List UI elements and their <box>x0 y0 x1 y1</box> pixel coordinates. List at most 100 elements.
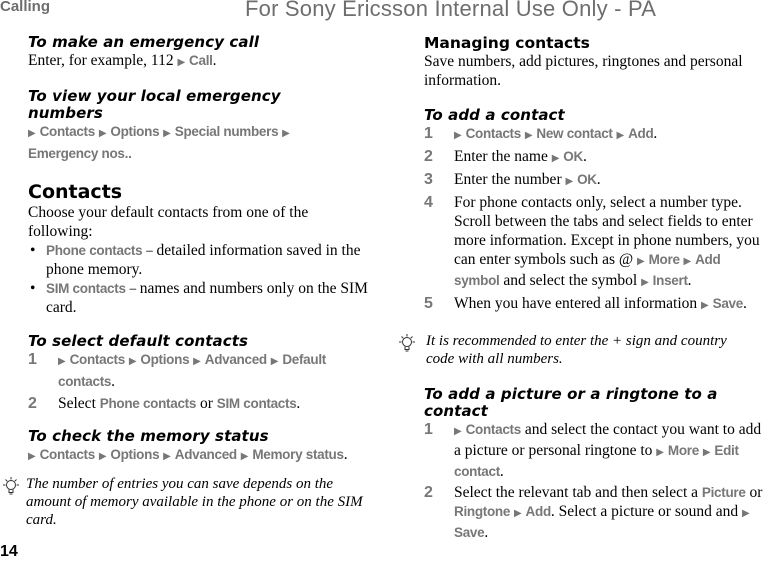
menu-item: Options <box>140 352 190 367</box>
arrow-icon: ▶ <box>28 128 36 139</box>
menu-item: Ringtone <box>454 504 511 519</box>
menu-item: Add <box>628 126 654 141</box>
text: . <box>687 272 692 289</box>
select-default-block: To select default contacts 1 ▶ Contacts ▶… <box>28 333 378 415</box>
arrow-icon: ▶ <box>702 447 711 458</box>
arrow-icon: ▶ <box>282 128 290 139</box>
text: . <box>742 295 747 312</box>
separator: – <box>125 281 140 296</box>
arrow-icon: ▶ <box>58 356 66 367</box>
bullet-icon: • <box>30 242 36 259</box>
bullet-icon: • <box>30 280 36 297</box>
text: When you have entered all information <box>454 295 698 312</box>
menu-item: Advanced <box>204 352 267 367</box>
text: or <box>745 484 763 501</box>
add-picture-block: To add a picture or a ringtone to a cont… <box>424 386 765 544</box>
menu-item: Options <box>110 447 160 462</box>
tip-text: It is recommended to enter the + sign an… <box>426 333 727 367</box>
menu-item: Memory status <box>252 447 344 462</box>
page-number: 14 <box>0 543 18 560</box>
memory-status-block: To check the memory status ▶ Contacts ▶ … <box>28 428 378 466</box>
text: . <box>212 52 217 69</box>
view-emergency-block: To view your local emergency numbers ▶ C… <box>28 88 378 164</box>
arrow-icon: ▶ <box>616 130 625 141</box>
body-text: Enter, for example, 112 ▶ Call. <box>28 51 378 72</box>
subheading: To make an emergency call <box>28 33 260 51</box>
text: Enter, for example, 112 <box>28 52 174 69</box>
text: . <box>296 395 301 412</box>
menu-item: More <box>648 252 680 267</box>
subheading: To check the memory status <box>28 427 269 445</box>
text: . <box>582 148 587 165</box>
arrow-icon: ▶ <box>524 130 533 141</box>
step: 1 ▶ Contacts ▶ Options ▶ Advanced ▶ Defau… <box>28 350 378 392</box>
menu-item: Special numbers <box>174 124 279 139</box>
separator: – <box>142 243 157 258</box>
step-number: 1 <box>28 351 37 368</box>
arrow-icon: ▶ <box>513 508 522 519</box>
section-title: Contacts <box>28 181 123 203</box>
contacts-options-list: • Phone contacts – detailed information s… <box>28 241 378 317</box>
menu-item: OK <box>563 149 583 164</box>
lightbulb-icon <box>396 332 426 368</box>
text: . <box>499 463 504 480</box>
step-number: 1 <box>424 125 433 142</box>
arrow-icon: ▶ <box>656 447 664 458</box>
text: . <box>111 373 115 390</box>
lightbulb-icon <box>0 475 26 529</box>
step: 5 When you have entered all information ▶… <box>424 294 765 315</box>
step-number: 2 <box>424 484 433 501</box>
steps-list: 1 ▶ Contacts and select the contact you w… <box>424 420 765 542</box>
step: 4 For phone contacts only, select a numbe… <box>424 193 765 292</box>
text: . <box>596 171 601 188</box>
text: or <box>196 395 217 412</box>
menu-item: Contacts <box>69 352 126 367</box>
arrow-icon: ▶ <box>454 130 462 141</box>
arrow-icon: ▶ <box>128 356 137 367</box>
menu-item: SIM contacts <box>216 396 297 411</box>
arrow-icon: ▶ <box>193 356 201 367</box>
watermark: For Sony Ericsson Internal Use Only - PA <box>245 0 657 21</box>
arrow-icon: ▶ <box>565 176 574 187</box>
step: 1 ▶ Contacts and select the contact you w… <box>424 420 765 481</box>
step-number: 2 <box>28 395 37 412</box>
menu-item: Emergency nos. <box>28 146 129 161</box>
menu-item: Options <box>110 124 160 139</box>
step-number: 2 <box>424 148 433 165</box>
step-number: 1 <box>424 421 433 438</box>
step-number: 5 <box>424 295 433 312</box>
steps-list: 1 ▶ Contacts ▶ Options ▶ Advanced ▶ Defau… <box>28 350 378 413</box>
menu-item: New contact <box>536 126 613 141</box>
arrow-icon: ▶ <box>454 426 462 437</box>
menu-item: Contacts <box>39 447 96 462</box>
text: . Select a picture or sound and <box>550 503 739 520</box>
text: Enter the name <box>454 148 548 165</box>
menu-item: Phone contacts <box>99 396 197 411</box>
steps-list: 1 ▶ Contacts ▶ New contact ▶ Add. 2 Enter … <box>424 124 765 315</box>
menu-item: Contacts <box>465 422 522 437</box>
menu-item: Save <box>454 525 485 540</box>
subheading: To add a contact <box>424 106 565 124</box>
menu-item: Add <box>525 504 552 519</box>
text: Select the relevant tab and then select … <box>454 484 702 501</box>
arrow-icon: ▶ <box>637 256 645 267</box>
arrow-icon: ▶ <box>641 277 649 288</box>
intro-text: Save numbers, add pictures, ringtones an… <box>424 53 743 89</box>
text: . <box>128 146 132 161</box>
contacts-section: Contacts Choose your default contacts fr… <box>28 181 378 317</box>
text: . <box>343 446 348 463</box>
subheading: To select default contacts <box>28 332 249 350</box>
menu-item: Insert <box>652 273 688 288</box>
menu-item: Save <box>712 296 744 311</box>
menu-item: Picture <box>701 485 746 500</box>
menu-item: Advanced <box>174 447 237 462</box>
step: 2 Select Phone contacts or SIM contacts. <box>28 394 378 413</box>
arrow-icon: ▶ <box>240 451 249 462</box>
step-number: 3 <box>424 171 433 188</box>
menu-item: OK <box>577 172 597 187</box>
term: SIM contacts <box>46 281 126 296</box>
emergency-call-block: To make an emergency call Enter, for exa… <box>28 34 378 72</box>
term: Phone contacts <box>46 243 143 258</box>
subheading: To add a picture or a ringtone to a cont… <box>424 385 718 420</box>
menu-path: ▶ Contacts ▶ Options ▶ Special numbers ▶… <box>28 122 378 164</box>
